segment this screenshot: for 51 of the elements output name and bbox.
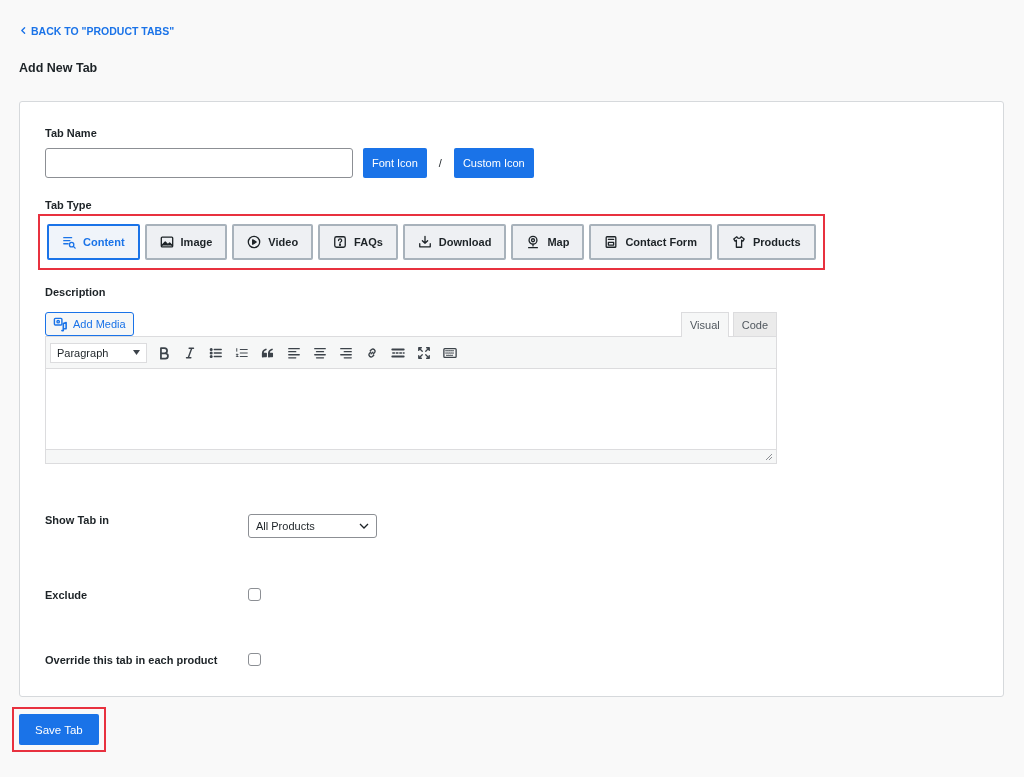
field-label: Exclude [45,588,89,601]
expand-icon[interactable] [417,345,431,360]
add-media-button[interactable]: Add Media [45,312,134,336]
resize-handle-icon[interactable] [765,453,773,461]
editor-mode-tab[interactable]: Code [732,312,777,336]
checkbox[interactable] [248,588,261,601]
tab-type-button[interactable]: Map [511,224,585,260]
shirt-icon [731,235,746,249]
custom-icon-button[interactable]: Custom Icon [453,148,534,178]
bullet-list-icon[interactable] [209,345,223,360]
link-icon[interactable] [365,345,379,360]
pin-icon [526,235,541,249]
keyboard-icon[interactable] [443,345,457,360]
media-icon [53,316,68,332]
format-dropdown[interactable]: Paragraph [50,342,147,363]
play-icon [247,235,262,249]
align-left-icon[interactable] [287,345,301,360]
question-icon [333,235,348,249]
tab-type-button[interactable]: Video [232,224,314,260]
field-label: Tab Type [45,199,92,211]
caret-icon [133,350,140,355]
field-label: Show Tab in [45,514,110,526]
tab-type-button[interactable]: Image [144,224,228,260]
back-link[interactable]: BACK TO "PRODUCT TABS" [19,24,175,37]
editor-mode-tab[interactable]: Visual [680,312,729,337]
chevron-down-icon [359,523,369,529]
chevron-left-icon [19,26,28,35]
separator-text: / [438,157,442,169]
page-heading: Add New Tab [19,61,99,75]
image-icon [159,235,174,249]
font-icon-button[interactable]: Font Icon [363,148,427,178]
bold-icon[interactable] [157,345,171,360]
align-center-icon[interactable] [313,345,327,360]
tab-type-button[interactable]: Content [47,224,140,260]
italic-icon[interactable] [183,345,197,360]
field-label: Override this tab in each product [45,653,219,666]
align-right-icon[interactable] [339,345,353,360]
show-tab-in-dropdown[interactable]: All Products [248,514,377,538]
save-tab-button[interactable]: Save Tab [19,714,99,745]
checkbox[interactable] [248,653,261,666]
tab-type-button[interactable]: Products [716,224,816,260]
tab-name-field[interactable] [45,148,353,178]
tab-type-button[interactable]: FAQs [318,224,398,260]
field-label: Tab Name [45,127,97,139]
form-icon [604,235,619,249]
tab-type-button[interactable]: Download [402,224,507,260]
tab-type-button[interactable]: Contact Form [589,224,712,260]
numbered-list-icon[interactable] [235,345,249,360]
lines-icon [62,235,76,249]
download-icon [417,235,432,249]
field-label: Description [45,286,106,298]
